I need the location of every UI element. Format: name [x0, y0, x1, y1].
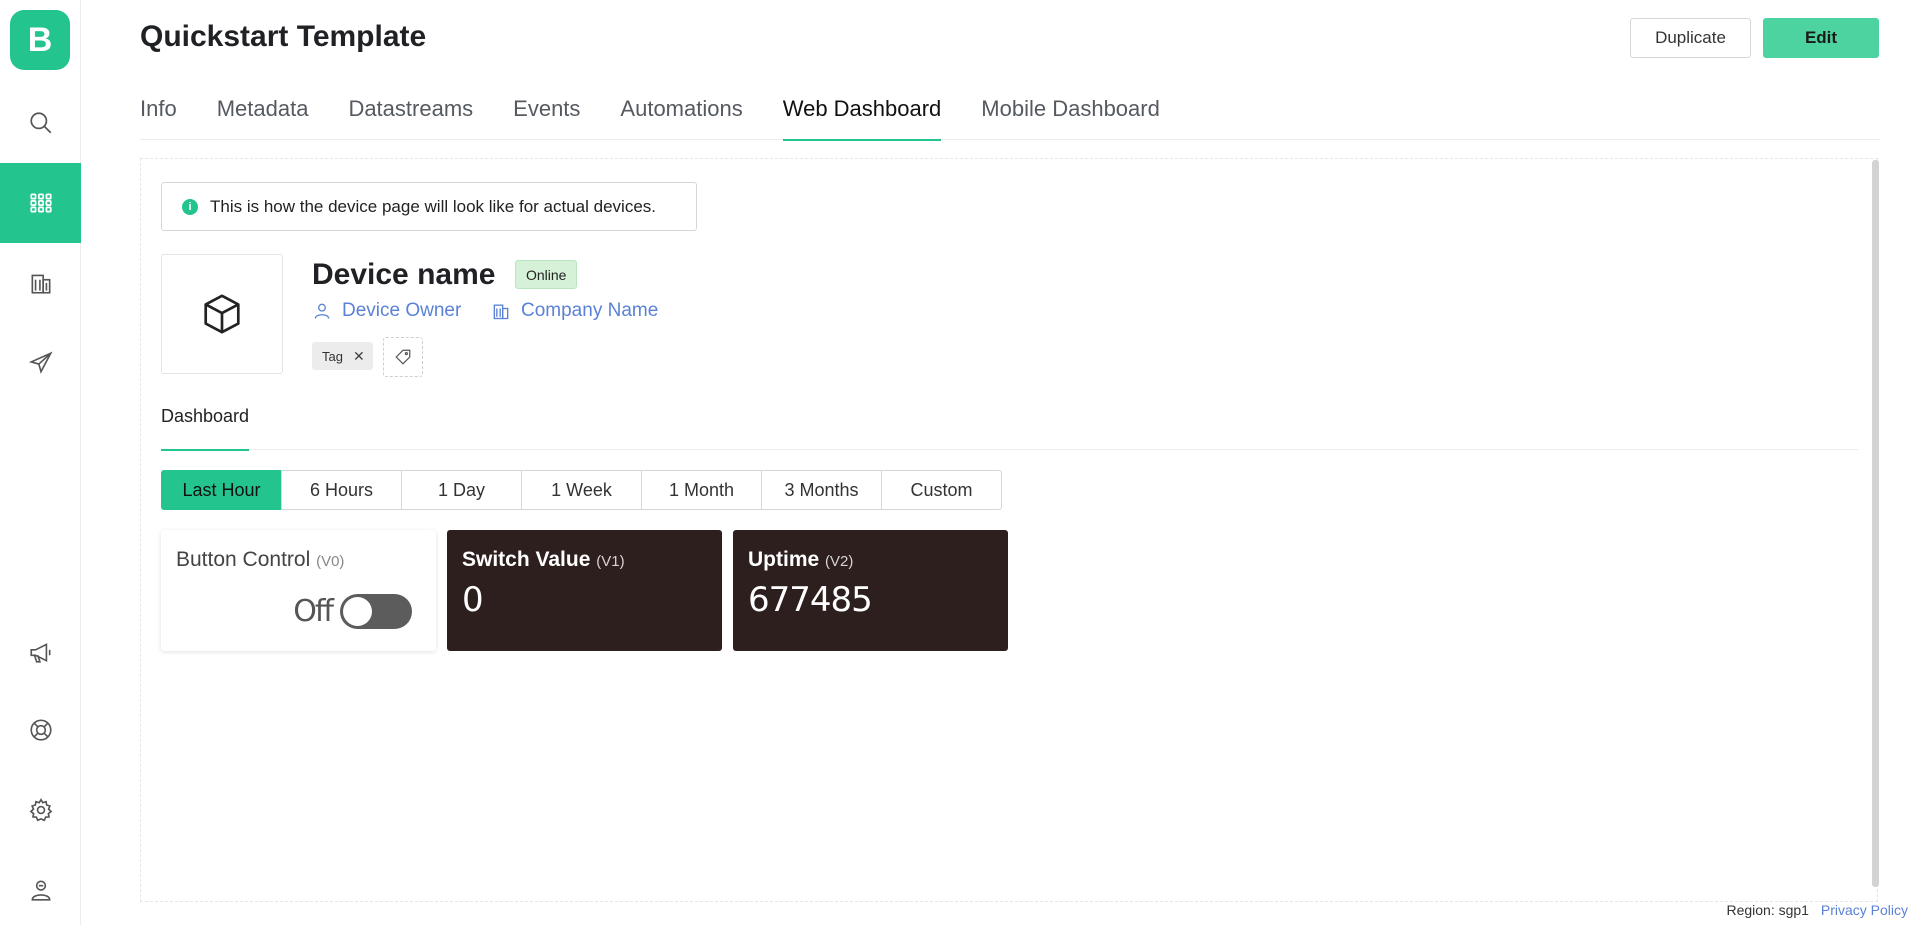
region-label: Region: sgp1: [1726, 902, 1809, 918]
edit-button[interactable]: Edit: [1763, 18, 1879, 58]
status-badge: Online: [515, 260, 578, 289]
tag-icon: [395, 349, 411, 365]
range-last-hour[interactable]: Last Hour: [161, 470, 282, 510]
range-3-months[interactable]: 3 Months: [761, 470, 882, 510]
widget-pin: (V1): [596, 553, 625, 570]
widget-title: Uptime (V2): [748, 548, 993, 572]
switch-knob: [343, 597, 372, 626]
company-name-label: Company Name: [521, 300, 659, 321]
user-badge-icon: [31, 880, 50, 901]
sidebar-item-send[interactable]: [0, 323, 81, 403]
template-tabs: Info Metadata Datastreams Events Automat…: [140, 92, 1880, 141]
range-1-day[interactable]: 1 Day: [401, 470, 522, 510]
tab-mobile-dashboard[interactable]: Mobile Dashboard: [981, 92, 1160, 140]
switch-toggle[interactable]: [340, 594, 412, 629]
widget-title: Switch Value (V1): [462, 548, 707, 572]
sidebar: B: [0, 0, 81, 925]
widget-title: Button Control (V0): [176, 548, 421, 572]
widget-pin: (V0): [316, 553, 345, 570]
device-sub-tabs: Dashboard: [161, 400, 1858, 451]
tag-chip: Tag ✕: [312, 342, 373, 370]
widget-title-text: Switch Value: [462, 548, 591, 571]
info-banner-text: This is how the device page will look li…: [210, 196, 656, 216]
tab-web-dashboard[interactable]: Web Dashboard: [782, 92, 941, 141]
tab-automations[interactable]: Automations: [620, 92, 742, 140]
duplicate-button[interactable]: Duplicate: [1630, 18, 1751, 58]
uptime-widget: Uptime (V2) 677485: [733, 530, 1008, 651]
range-6-hours[interactable]: 6 Hours: [281, 470, 402, 510]
widget-title-text: Button Control: [176, 548, 311, 571]
range-1-week[interactable]: 1 Week: [521, 470, 642, 510]
search-icon: [29, 112, 51, 134]
app-logo[interactable]: B: [10, 10, 70, 70]
tab-events[interactable]: Events: [513, 92, 580, 140]
info-icon: i: [182, 198, 198, 215]
send-icon: [28, 351, 53, 374]
device-image: [161, 254, 283, 374]
time-range-selector: Last Hour 6 Hours 1 Day 1 Week 1 Month 3…: [161, 470, 1002, 510]
tab-datastreams[interactable]: Datastreams: [348, 92, 473, 140]
lifebuoy-icon: [29, 719, 52, 741]
building-icon: [493, 304, 509, 320]
tab-info[interactable]: Info: [140, 92, 177, 140]
remove-tag-icon[interactable]: ✕: [353, 348, 365, 365]
range-1-month[interactable]: 1 Month: [641, 470, 762, 510]
device-owner-link[interactable]: Device Owner: [312, 300, 461, 322]
switch-state-label: Off: [293, 594, 334, 629]
switch-value-widget: Switch Value (V1) 0: [447, 530, 722, 651]
company-name-link[interactable]: Company Name: [491, 300, 658, 322]
widget-value: 677485: [748, 580, 873, 620]
gear-icon: [29, 798, 52, 822]
building-icon: [31, 274, 50, 294]
widget-title-text: Uptime: [748, 548, 820, 571]
sidebar-item-announcements[interactable]: [0, 612, 81, 692]
page-title: Quickstart Template: [140, 20, 427, 53]
tab-dashboard[interactable]: Dashboard: [161, 406, 250, 451]
add-tag-button[interactable]: [383, 337, 423, 377]
sidebar-item-help[interactable]: [0, 690, 81, 770]
sidebar-item-search[interactable]: [0, 83, 81, 163]
sidebar-item-settings[interactable]: [0, 770, 81, 850]
widget-value: 0: [462, 580, 484, 620]
scrollbar[interactable]: [1872, 160, 1879, 887]
sidebar-item-organizations[interactable]: [0, 243, 81, 323]
footer: Region: sgp1 Privacy Policy: [1726, 902, 1908, 918]
privacy-policy-link[interactable]: Privacy Policy: [1821, 902, 1908, 918]
tag-label: Tag: [322, 348, 343, 364]
device-owner-label: Device Owner: [342, 300, 462, 321]
grid-icon: [29, 193, 52, 213]
cube-icon: [204, 294, 240, 334]
button-control-widget: Button Control (V0) Off: [161, 530, 436, 651]
tab-metadata[interactable]: Metadata: [217, 92, 309, 140]
user-icon: [314, 303, 330, 319]
widget-pin: (V2): [825, 553, 854, 570]
device-name: Device name: [312, 258, 496, 291]
sidebar-item-profile[interactable]: [0, 850, 81, 925]
info-banner: i This is how the device page will look …: [161, 182, 697, 231]
range-custom[interactable]: Custom: [881, 470, 1002, 510]
switch-control: Off: [293, 594, 412, 629]
megaphone-icon: [29, 643, 50, 663]
sidebar-item-templates[interactable]: [0, 163, 81, 243]
